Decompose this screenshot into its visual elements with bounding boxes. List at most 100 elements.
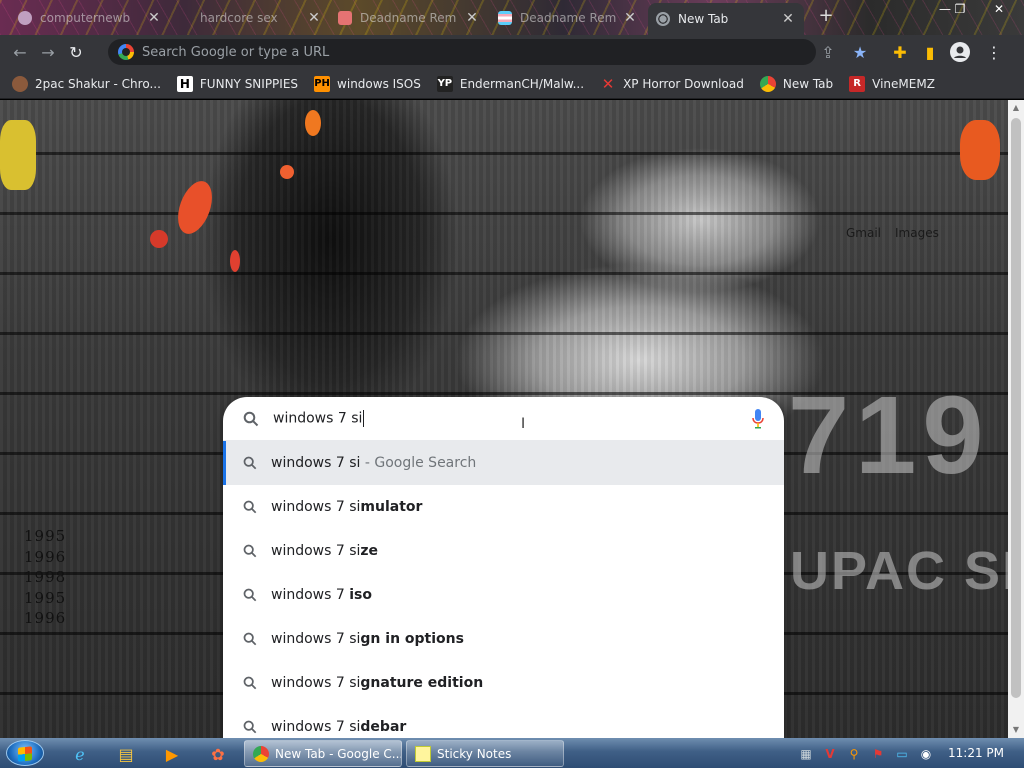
- gmail-link[interactable]: Gmail: [846, 226, 881, 240]
- reload-icon[interactable]: ↻: [62, 38, 90, 66]
- chrome-icon: [253, 745, 269, 762]
- chrome-icon: [759, 75, 776, 92]
- bookmark-2pac[interactable]: 2pac Shakur - Chro...: [12, 75, 161, 92]
- tab-new-tab[interactable]: New Tab ✕: [648, 3, 804, 35]
- profile-avatar-icon[interactable]: [946, 38, 974, 66]
- bookmark-label: EndermanCH/Malw...: [459, 76, 585, 91]
- task-label: New Tab - Google C...: [275, 746, 402, 761]
- close-tab-icon[interactable]: ✕: [306, 10, 322, 26]
- suggestion-item[interactable]: windows 7 simulator: [223, 485, 784, 529]
- taskbar-clock[interactable]: 11:21 PM: [936, 738, 1016, 768]
- suggestion-item[interactable]: windows 7 iso: [223, 573, 784, 617]
- suggestion-item[interactable]: windows 7 sign in options: [223, 617, 784, 661]
- paint-splat: [230, 250, 240, 272]
- forward-icon[interactable]: →: [34, 38, 62, 66]
- close-tab-icon[interactable]: ✕: [780, 11, 796, 27]
- tray-flag-icon[interactable]: ⚑: [870, 746, 886, 762]
- deadname-favicon-icon: [338, 11, 352, 25]
- paint-icon[interactable]: ✿: [204, 742, 232, 766]
- search-icon: [243, 500, 257, 514]
- scroll-thumb[interactable]: [1011, 118, 1021, 698]
- close-tab-icon[interactable]: ✕: [146, 10, 162, 26]
- tab-computernewb[interactable]: computernewb ✕: [10, 3, 170, 33]
- restore-icon[interactable]: ❐: [950, 0, 970, 20]
- suggestion-tail: - Google Search: [360, 455, 477, 471]
- side-panel-icon[interactable]: ▮: [916, 38, 944, 66]
- menu-kebab-icon[interactable]: ⋮: [980, 38, 1008, 66]
- suggestion-item[interactable]: windows 7 signature edition: [223, 661, 784, 705]
- google-icon: [118, 44, 134, 60]
- media-player-icon[interactable]: ▶: [158, 742, 186, 766]
- bookmark-new-tab[interactable]: New Tab: [759, 75, 833, 92]
- file-explorer-icon[interactable]: ▤: [112, 742, 140, 766]
- tab-hardcore[interactable]: hardcore sex ✕: [170, 3, 330, 33]
- internet-explorer-icon[interactable]: ℯ: [66, 742, 94, 766]
- suggestion-completion: gnature edition: [360, 675, 484, 691]
- voice-search-icon[interactable]: [752, 409, 764, 429]
- bookmark-label: XP Horror Download: [623, 76, 744, 91]
- suggestion-prefix: windows 7: [271, 587, 350, 603]
- 2pac-icon: [12, 75, 28, 92]
- images-link[interactable]: Images: [895, 226, 939, 240]
- page-scrollbar[interactable]: ▲ ▼: [1008, 100, 1024, 738]
- suggestion-text: windows 7 sign in options: [271, 631, 464, 647]
- r-icon: R: [849, 75, 866, 92]
- suggestion-item[interactable]: windows 7 size: [223, 529, 784, 573]
- tray-monitor-icon[interactable]: ▭: [894, 746, 910, 762]
- suggestion-text: windows 7 sidebar: [271, 719, 406, 735]
- back-icon[interactable]: ←: [6, 38, 34, 66]
- tab-strip: computernewb ✕ hardcore sex ✕ Deadname R…: [0, 0, 1024, 35]
- bookmark-funny-snippies[interactable]: H FUNNY SNIPPIES: [176, 75, 298, 92]
- tab-deadname-1[interactable]: Deadname Rem ✕: [330, 3, 488, 33]
- close-tab-icon[interactable]: ✕: [464, 10, 480, 26]
- tab-title: hardcore sex: [200, 11, 278, 25]
- h-icon: H: [176, 75, 193, 92]
- task-label: Sticky Notes: [437, 746, 512, 761]
- omnibox-placeholder: Search Google or type a URL: [142, 44, 330, 60]
- suggestion-completion: gn in options: [360, 631, 464, 647]
- tray-v-icon[interactable]: V: [822, 746, 838, 762]
- suggestion-text: windows 7 signature edition: [271, 675, 483, 691]
- close-tab-icon[interactable]: ✕: [622, 10, 638, 26]
- suggestion-item[interactable]: windows 7 si - Google Search: [223, 441, 784, 485]
- x-icon: ✕: [601, 74, 615, 93]
- omnibox[interactable]: Search Google or type a URL: [108, 39, 816, 65]
- year-text: 1998: [24, 568, 67, 586]
- search-query-text: windows 7 si: [273, 410, 363, 427]
- scroll-down-icon[interactable]: ▼: [1008, 722, 1024, 738]
- bookmark-xp-horror[interactable]: ✕ XP Horror Download: [600, 74, 744, 93]
- start-button[interactable]: [6, 740, 44, 766]
- paint-splat: [960, 120, 1000, 180]
- tab-deadname-2[interactable]: Deadname Rem ✕: [490, 3, 646, 33]
- search-icon: [243, 544, 257, 558]
- share-icon[interactable]: ⇪: [814, 38, 842, 66]
- suggestion-text: windows 7 simulator: [271, 499, 422, 515]
- bookmark-windows-isos[interactable]: PH windows ISOS: [314, 75, 421, 92]
- tray-search-icon[interactable]: ⚲: [846, 746, 862, 762]
- search-dropdown: windows 7 si I windows 7 si - Google Sea…: [223, 397, 784, 738]
- year-text: 1996: [24, 547, 67, 566]
- new-tab-button[interactable]: +: [816, 7, 836, 27]
- scroll-up-icon[interactable]: ▲: [1008, 100, 1024, 116]
- search-input[interactable]: windows 7 si: [273, 410, 365, 427]
- suggestion-item[interactable]: windows 7 sidebar: [223, 705, 784, 738]
- suggestion-prefix: windows 7 si: [271, 455, 361, 471]
- search-box[interactable]: windows 7 si I: [223, 397, 784, 441]
- suggestion-list: windows 7 si - Google Search windows 7 si…: [223, 441, 784, 738]
- bookmark-star-icon[interactable]: ★: [846, 38, 874, 66]
- taskbar-chrome-task[interactable]: New Tab - Google C...: [244, 740, 402, 767]
- suggestion-completion: iso: [349, 587, 372, 603]
- taskbar-sticky-notes-task[interactable]: Sticky Notes: [406, 740, 564, 767]
- suggestion-prefix: windows 7 si: [271, 675, 361, 691]
- tab-title: Deadname Rem: [520, 11, 617, 25]
- close-window-icon[interactable]: ✕: [984, 0, 1014, 20]
- bookmark-endermanch[interactable]: YP EndermanCH/Malw...: [436, 75, 585, 92]
- bookmark-vinememz[interactable]: R VineMEMZ: [849, 75, 935, 92]
- tray-app-icon[interactable]: ▦: [798, 746, 814, 762]
- tab-title: New Tab: [678, 12, 729, 26]
- tray-volume-icon[interactable]: ◉: [918, 746, 934, 762]
- search-icon: [243, 676, 257, 690]
- wallpaper-years: 1995 1996 1998 1995 1996: [24, 526, 66, 629]
- extensions-puzzle-icon[interactable]: ✚: [886, 38, 914, 66]
- year-text: 1995: [24, 588, 67, 607]
